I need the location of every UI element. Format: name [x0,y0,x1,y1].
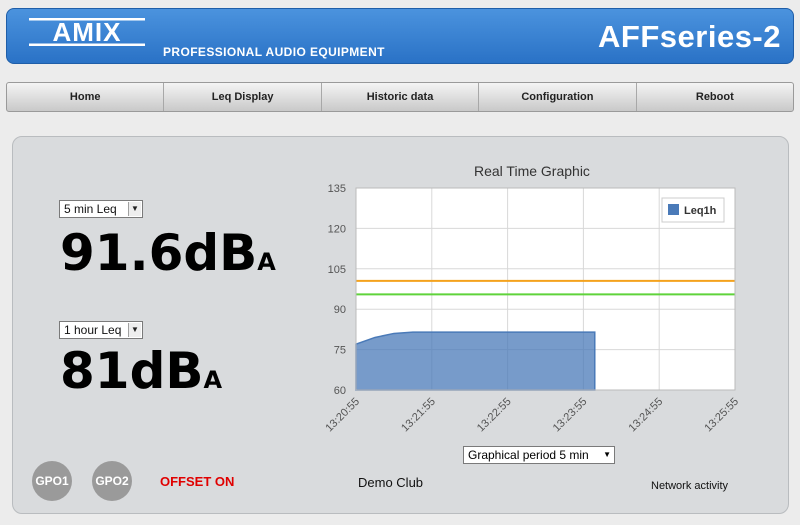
y-tick-label: 60 [334,385,346,397]
y-tick-label: 120 [328,223,346,235]
x-tick-label: 13:25:55 [702,396,741,435]
y-tick-label: 75 [334,345,346,357]
x-tick-label: 13:21:55 [399,396,438,435]
legend-swatch [668,204,679,215]
legend-label: Leq1h [684,205,717,217]
x-tick-label: 13:20:55 [323,396,362,435]
graphical-period-select[interactable]: Graphical period 5 min ▼ [463,446,615,464]
realtime-chart: 135 120 105 90 75 6013:20:55 13:21:55 13:22:55 1… [323,183,741,435]
chevron-down-icon: ▼ [603,450,611,459]
x-tick-label: 13:23:55 [551,396,590,435]
y-tick-label: 90 [334,304,346,316]
x-tick-label: 13:24:55 [627,396,666,435]
series-area-leq1h [355,331,596,391]
x-tick-label: 13:22:55 [475,396,514,435]
y-tick-label: 105 [328,264,346,276]
y-tick-label: 135 [328,183,346,195]
graphical-period-value: Graphical period 5 min [468,448,589,462]
